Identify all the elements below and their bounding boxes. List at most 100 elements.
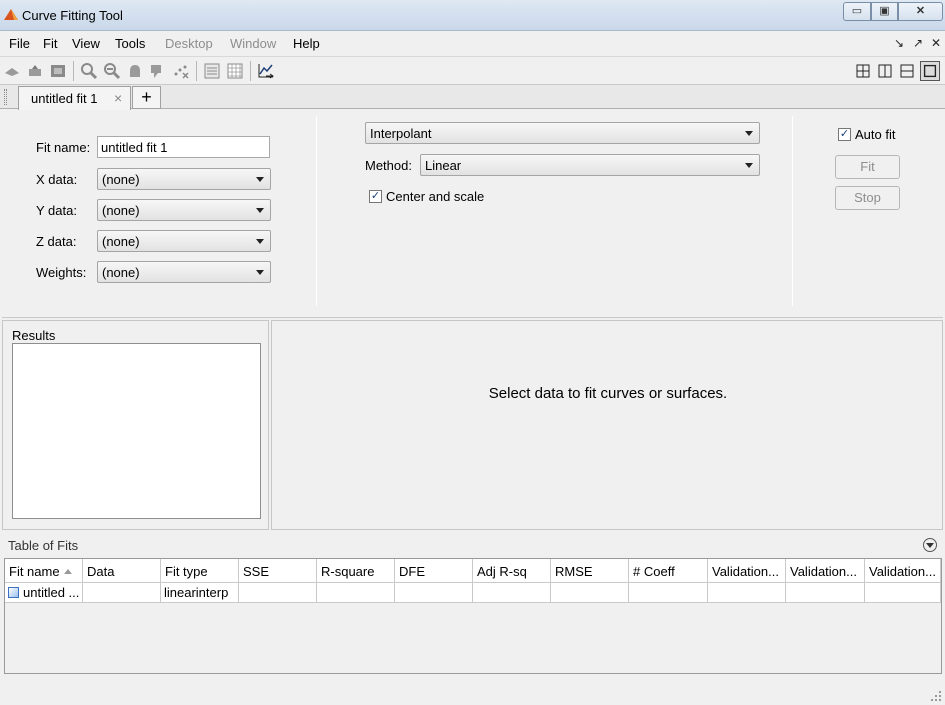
layout-single-icon[interactable] <box>920 61 940 81</box>
table-row-cell-data[interactable] <box>83 583 161 603</box>
table-row-cell-validation-3[interactable] <box>865 583 941 603</box>
panel-divider <box>792 116 793 306</box>
layout-columns-icon[interactable] <box>875 61 895 81</box>
column-header-adj-r-sq[interactable]: Adj R-sq <box>473 559 551 583</box>
column-header-r-square[interactable]: R-square <box>317 559 395 583</box>
x-data-value: (none) <box>102 172 140 187</box>
chevron-down-icon <box>745 131 753 136</box>
toolbar-separator <box>73 61 74 81</box>
resize-grip-icon[interactable] <box>930 690 942 702</box>
weights-value: (none) <box>102 265 140 280</box>
table-of-fits-panel: Table of Fits Fit name Data Fit type SSE… <box>2 535 943 675</box>
table-row-cell-validation-1[interactable] <box>708 583 786 603</box>
stop-button[interactable]: Stop <box>835 186 900 210</box>
rotate-icon[interactable] <box>3 62 21 80</box>
close-window-button[interactable]: ✕ <box>898 2 943 21</box>
menu-window[interactable]: Window <box>230 36 276 51</box>
table-row-cell-adj-r-sq[interactable] <box>473 583 551 603</box>
column-header-dfe[interactable]: DFE <box>395 559 473 583</box>
chevron-down-icon <box>256 239 264 244</box>
column-header-validation-3[interactable]: Validation... <box>865 559 941 583</box>
maximize-button[interactable]: ▣ <box>871 2 898 21</box>
table-row-cell-r-square[interactable] <box>317 583 395 603</box>
grid-icon[interactable] <box>226 62 244 80</box>
pan-icon[interactable] <box>126 62 144 80</box>
z-data-label: Z data: <box>36 234 77 249</box>
column-header-data[interactable]: Data <box>83 559 161 583</box>
table-row-cell-sse[interactable] <box>239 583 317 603</box>
x-data-dropdown[interactable]: (none) <box>97 168 271 190</box>
center-scale-checkbox[interactable]: ✓ <box>369 190 382 203</box>
window-title: Curve Fitting Tool <box>22 8 123 23</box>
menu-tools[interactable]: Tools <box>115 36 145 51</box>
fit-name-input[interactable] <box>97 136 270 158</box>
z-data-dropdown[interactable]: (none) <box>97 230 271 252</box>
fit-settings-panel: Fit name: X data: (none) Y data: (none) … <box>2 110 943 318</box>
layout-grid-icon[interactable] <box>853 61 873 81</box>
collapse-panel-icon[interactable] <box>923 538 937 552</box>
menu-fit[interactable]: Fit <box>43 36 57 51</box>
column-header-num-coeff[interactable]: # Coeff <box>629 559 708 583</box>
fit-button[interactable]: Fit <box>835 155 900 179</box>
tab-strip-grip-icon <box>4 89 7 105</box>
plot-area[interactable]: Select data to fit curves or surfaces. <box>271 320 943 530</box>
auto-fit-checkbox[interactable]: ✓ <box>838 128 851 141</box>
results-text-area[interactable] <box>12 343 261 519</box>
table-row-cell-fit-name[interactable]: untitled ... <box>5 583 83 603</box>
column-header-validation-2[interactable]: Validation... <box>786 559 865 583</box>
fit-type-value: Interpolant <box>370 126 432 141</box>
y-data-dropdown[interactable]: (none) <box>97 199 271 221</box>
zoom-in-icon[interactable] <box>80 62 98 80</box>
auto-fit-label: Auto fit <box>855 127 896 142</box>
title-bar: Curve Fitting Tool ▭ ▣ ✕ <box>0 0 945 31</box>
toolbar-separator <box>196 61 197 81</box>
document-tab-strip: untitled fit 1 × + <box>0 85 945 110</box>
table-row-cell-dfe[interactable] <box>395 583 473 603</box>
dock-arrow-icon[interactable]: ↗ <box>913 36 923 50</box>
fit-type-dropdown[interactable]: Interpolant <box>365 122 760 144</box>
weights-dropdown[interactable]: (none) <box>97 261 271 283</box>
minimize-button[interactable]: ▭ <box>843 2 871 21</box>
data-cursor-icon[interactable] <box>49 62 67 80</box>
close-document-icon[interactable]: ✕ <box>931 36 941 50</box>
data-tip-icon[interactable] <box>149 62 167 80</box>
menu-desktop[interactable]: Desktop <box>165 36 213 51</box>
toolbar <box>0 57 945 85</box>
exclude-outliers-icon[interactable] <box>172 62 190 80</box>
tab-untitled-fit-1[interactable]: untitled fit 1 × <box>18 86 131 110</box>
undock-arrow-icon[interactable]: ↘ <box>894 36 904 50</box>
menu-bar: File Fit View Tools Desktop Window Help … <box>0 31 945 57</box>
column-header-fit-name[interactable]: Fit name <box>5 559 83 583</box>
fit-name-label: Fit name: <box>36 140 91 155</box>
x-data-label: X data: <box>36 172 78 187</box>
add-fit-tab-button[interactable]: + <box>132 86 161 109</box>
method-label: Method: <box>365 158 412 173</box>
layout-rows-icon[interactable] <box>897 61 917 81</box>
table-row-cell-num-coeff[interactable] <box>629 583 708 603</box>
y-data-value: (none) <box>102 203 140 218</box>
close-tab-icon[interactable]: × <box>114 90 122 106</box>
column-header-rmse[interactable]: RMSE <box>551 559 629 583</box>
menu-file[interactable]: File <box>9 36 30 51</box>
center-scale-label: Center and scale <box>386 189 485 204</box>
results-title: Results <box>12 328 56 343</box>
legend-icon[interactable] <box>203 62 221 80</box>
menu-help[interactable]: Help <box>293 36 320 51</box>
table-row-cell-rmse[interactable] <box>551 583 629 603</box>
column-header-sse[interactable]: SSE <box>239 559 317 583</box>
zoom-out-icon[interactable] <box>103 62 121 80</box>
residuals-plot-icon[interactable] <box>257 62 275 80</box>
fit-icon <box>8 587 19 598</box>
panel-divider <box>316 116 317 306</box>
table-row-cell-fit-type[interactable]: linearinterp <box>161 583 239 603</box>
method-dropdown[interactable]: Linear <box>420 154 760 176</box>
table-row-cell-validation-2[interactable] <box>786 583 865 603</box>
pan-3d-icon[interactable] <box>26 62 44 80</box>
chevron-down-icon <box>256 177 264 182</box>
method-value: Linear <box>425 158 462 173</box>
table-of-fits-title: Table of Fits <box>8 538 79 553</box>
menu-view[interactable]: View <box>72 36 100 51</box>
column-header-validation-1[interactable]: Validation... <box>708 559 786 583</box>
column-header-fit-type[interactable]: Fit type <box>161 559 239 583</box>
matlab-logo-icon <box>4 9 18 20</box>
